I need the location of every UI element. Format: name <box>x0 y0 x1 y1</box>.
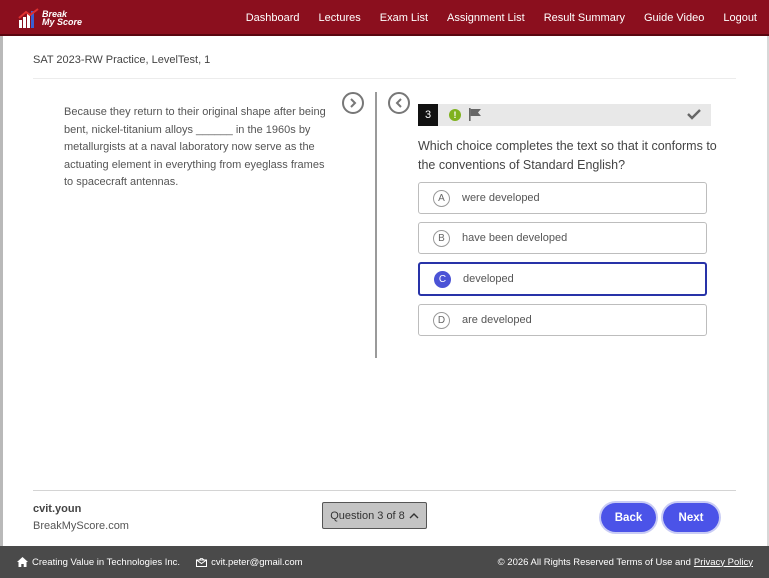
nav-guide-video[interactable]: Guide Video <box>644 12 704 24</box>
choice-text: developed <box>463 273 514 285</box>
nav-logout[interactable]: Logout <box>723 12 757 24</box>
choice-letter: B <box>433 229 450 247</box>
bottom-divider <box>33 490 736 491</box>
mail-icon <box>196 557 208 567</box>
choice-text: were developed <box>462 192 540 204</box>
choice-a[interactable]: A were developed <box>418 182 707 214</box>
choice-b[interactable]: B have been developed <box>418 222 707 254</box>
home-icon <box>17 557 28 567</box>
alert-icon[interactable]: ! <box>449 109 461 121</box>
copyright-text: © 2026 All Rights Reserved Terms of Use … <box>497 556 691 568</box>
nav-lectures[interactable]: Lectures <box>319 12 361 24</box>
choice-letter: D <box>433 311 450 329</box>
contact-email[interactable]: cvit.peter@gmail.com <box>211 557 302 568</box>
logo-line-2: My Score <box>42 17 83 27</box>
nav-exam-list[interactable]: Exam List <box>380 12 428 24</box>
expand-passage-button[interactable] <box>342 92 364 114</box>
choice-text: have been developed <box>462 232 568 244</box>
choice-letter: C <box>434 270 451 288</box>
title-divider <box>33 78 736 79</box>
user-site: BreakMyScore.com <box>33 520 129 532</box>
company-name: Creating Value in Technologies Inc. <box>32 556 181 568</box>
breakmyscore-logo[interactable]: Break My Score <box>18 6 82 30</box>
test-title: SAT 2023-RW Practice, LevelTest, 1 <box>33 54 211 66</box>
passage-text: Because they return to their original sh… <box>64 106 326 188</box>
back-button[interactable]: Back <box>601 503 656 532</box>
main-nav: Dashboard Lectures Exam List Assignment … <box>227 0 757 36</box>
nav-result-summary[interactable]: Result Summary <box>544 12 625 24</box>
user-name: cvit.youn <box>33 503 82 515</box>
choice-d[interactable]: D are developed <box>418 304 707 336</box>
top-navbar: Break My Score Dashboard Lectures Exam L… <box>0 0 769 36</box>
check-icon[interactable] <box>687 108 701 120</box>
nav-dashboard[interactable]: Dashboard <box>246 12 300 24</box>
chevron-right-icon <box>350 98 357 108</box>
privacy-policy-link[interactable]: Privacy Policy <box>694 557 753 568</box>
next-button[interactable]: Next <box>663 503 719 532</box>
flag-icon[interactable] <box>468 108 482 121</box>
choice-letter: A <box>433 189 450 207</box>
panel-divider[interactable] <box>375 92 377 358</box>
question-text: Which choice completes the text so that … <box>418 139 717 172</box>
question-counter: Question 3 of 8 <box>330 509 405 522</box>
expand-question-button[interactable] <box>388 92 410 114</box>
nav-assignment-list[interactable]: Assignment List <box>447 12 525 24</box>
chevron-up-icon <box>409 512 419 518</box>
question-navigator-button[interactable]: Question 3 of 8 <box>322 502 427 529</box>
choice-c[interactable]: C developed <box>418 262 707 296</box>
choice-text: are developed <box>462 314 532 326</box>
question-number: 3 <box>418 104 438 126</box>
chevron-left-icon <box>395 98 402 108</box>
page-footer: Creating Value in Technologies Inc. cvit… <box>0 546 769 578</box>
left-edge-border <box>0 36 3 546</box>
logo-chart-icon <box>18 8 39 28</box>
question-toolbar: 3 ! <box>418 104 711 126</box>
